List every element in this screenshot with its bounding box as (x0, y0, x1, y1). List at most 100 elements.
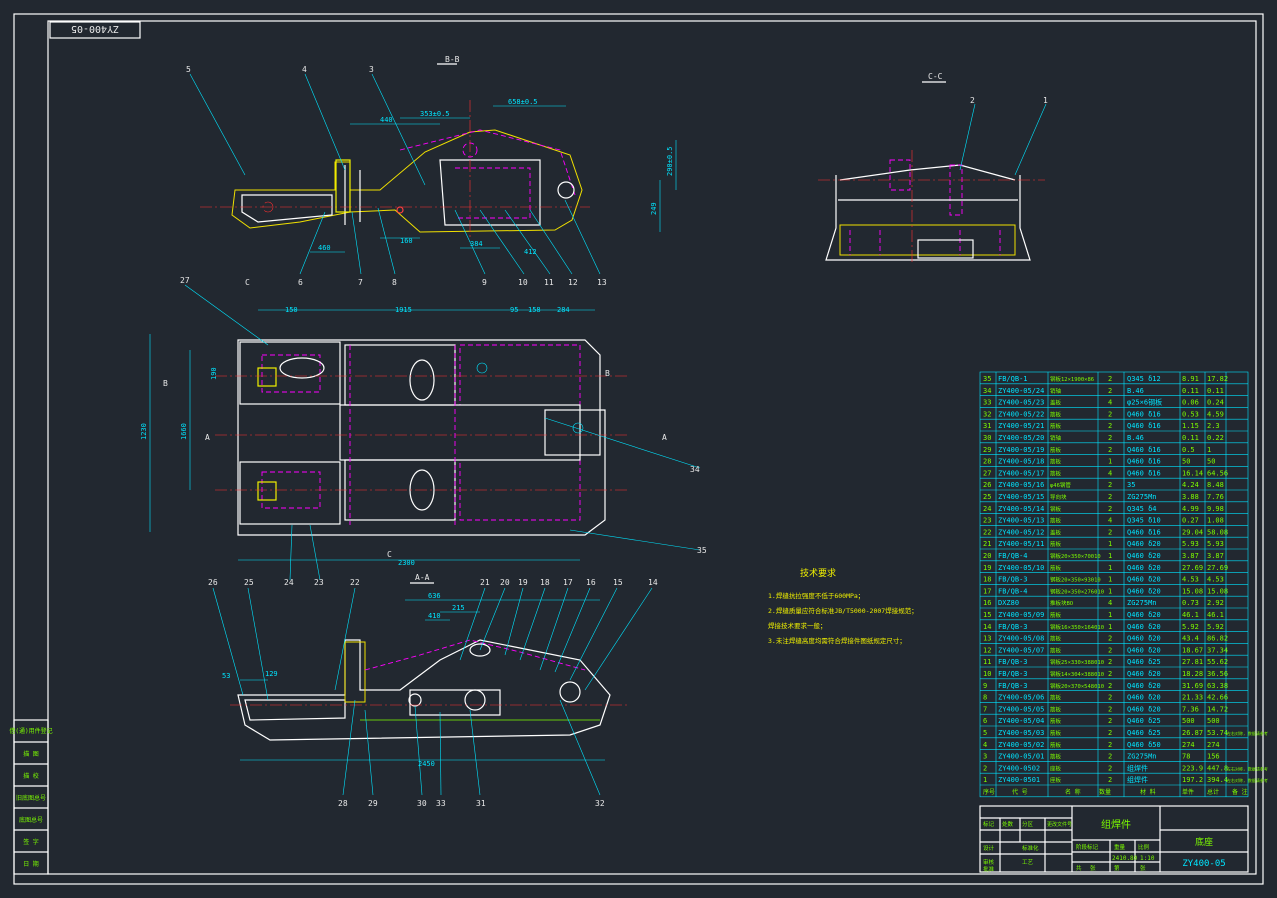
bom-cell: 筋板 (1050, 729, 1062, 737)
bom-cell: 2 (1108, 741, 1112, 749)
bom-cell: 1 (983, 776, 987, 784)
bom-cell: ZG275Mn (1127, 493, 1157, 501)
bom-cell: 15.08 (1182, 587, 1203, 595)
bom-cell: 2 (1108, 422, 1112, 430)
section-marker: A (662, 433, 667, 442)
bom-cell: 2 (1108, 528, 1112, 536)
bom-cell: 导向块 (1050, 493, 1067, 501)
bom-cell: ZY400-05/07 (998, 646, 1044, 654)
balloon: 11 (544, 278, 554, 287)
bom-cell: ZY400-05/18 (998, 458, 1044, 466)
tb-label: 处数 (1002, 820, 1014, 828)
view-aa: A-A 636 215 410 53 129 2450 26 25 22 21 … (208, 573, 658, 808)
tb-label: 共 (1076, 864, 1082, 872)
bom-cell: 31 (983, 422, 991, 430)
bom-cell: Q460 δ20 (1127, 564, 1161, 572)
balloon: 34 (690, 465, 700, 474)
bom-cell: 78 (1182, 753, 1190, 761)
tech-title: 技术要求 (800, 567, 836, 579)
part-name: 底座 (1195, 836, 1213, 848)
bom-cell: 50 (1182, 458, 1190, 466)
strip-label: 借(通)用件登记 (9, 727, 52, 735)
bom-cell: 7.76 (1207, 493, 1224, 501)
bom-cell: 钢板20×350×93010 (1050, 576, 1101, 584)
tb-label: 张 (1140, 864, 1146, 872)
bom-cell: Q460 δ20 (1127, 646, 1161, 654)
balloon: 14 (648, 578, 658, 587)
bom-header: 材 料 (1140, 788, 1156, 796)
bom-cell: ZY400-05/13 (998, 517, 1044, 525)
bom-cell: 2 (1108, 505, 1112, 513)
bom-cell: 1 (1207, 446, 1211, 454)
bom-cell: 筋板 (1050, 705, 1062, 713)
bom-cell: B.46 (1127, 387, 1144, 395)
balloon: 18 (540, 578, 550, 587)
bom-cell: 0.24 (1207, 399, 1224, 407)
balloon: 33 (436, 799, 446, 808)
bom-cell: 2 (1108, 764, 1112, 772)
bom-cell: ZY400-0501 (998, 776, 1040, 784)
bom-cell: 销轴 (1050, 434, 1062, 442)
bom-cell: FB/QB-4 (998, 587, 1028, 595)
bom-cell: 0.22 (1207, 434, 1224, 442)
dim-label: 190 (210, 367, 218, 380)
bom-cell: 15.08 (1207, 587, 1228, 595)
bom-cell: 3.88 (1182, 493, 1199, 501)
bom-cell: Q460 δ20 (1127, 694, 1161, 702)
bom-cell: 32 (983, 410, 991, 418)
bom-cell: ZY400-05/05 (998, 705, 1044, 713)
bom-cell: 4.99 (1182, 505, 1199, 513)
dim-label: 636 (428, 592, 441, 600)
bom-cell: 2 (1108, 646, 1112, 654)
bom-cell: ZY400-05/16 (998, 481, 1044, 489)
bom-cell: 18.28 (1182, 670, 1203, 678)
bom-cell: 0.73 (1182, 599, 1199, 607)
section-label-cc: C-C (928, 72, 943, 81)
section-marker: B (605, 369, 610, 378)
tb-label: 审核 (983, 858, 995, 866)
bom-cell: B.46 (1127, 434, 1144, 442)
drawing-number: ZY400-05 (1182, 859, 1225, 869)
bom-cell: 5.93 (1182, 540, 1199, 548)
bom-header: 总计 (1207, 788, 1219, 796)
bom-cell: ZY400-05/17 (998, 469, 1044, 477)
bom-cell: 筋板 (1050, 540, 1062, 548)
bom-cell: 5.92 (1182, 623, 1199, 631)
bom-table: 35 FB/QB-1 钢板12×1900×86 2 Q345 δ12 8.91 17.823… (979, 371, 1268, 798)
bom-cell: 钢板16×350×164010 (1050, 623, 1104, 631)
bom-cell: Q460 δ25 (1127, 658, 1161, 666)
bom-cell: 钢板25×330×388010 (1050, 658, 1104, 666)
bom-cell: 8.91 (1182, 375, 1199, 383)
bom-cell: 16.14 (1182, 469, 1203, 477)
bom-cell: 2 (1108, 682, 1112, 690)
strip-label: 底图总号 (19, 816, 43, 824)
bom-cell: 17 (983, 587, 991, 595)
bom-cell: 1 (1108, 587, 1112, 595)
bom-cell: 4.53 (1207, 576, 1224, 584)
bom-cell: Q345 δ12 (1127, 375, 1161, 383)
bom-cell: 24 (983, 505, 991, 513)
dim-label: 440 (380, 116, 393, 124)
balloon: 28 (338, 799, 348, 808)
bom-cell: 组焊件 (1127, 763, 1148, 772)
bom-cell: 22 (983, 528, 991, 536)
view-plan: 150 1915 95 158 284 1230 1660 190 2300 C… (140, 276, 707, 587)
tb-label: 重量 (1114, 843, 1126, 851)
outer-frame (13, 13, 1264, 885)
bom-cell: 37.34 (1207, 646, 1228, 654)
drawing-svg: ZY400-05 借(通)用件登记 描 图 描 校 旧底图总号 底图总号 签 字… (9, 13, 1268, 885)
balloon: 8 (392, 278, 397, 287)
balloon: 6 (298, 278, 303, 287)
dim-label: 410 (428, 612, 441, 620)
bom-cell: 4.59 (1207, 410, 1224, 418)
bom-cell: 31.69 (1182, 682, 1203, 690)
section-marker: C (245, 278, 250, 287)
bom-cell: 2 (1108, 446, 1112, 454)
bom-cell: 2 (1108, 776, 1112, 784)
bom-cell: 27.69 (1182, 564, 1203, 572)
balloon: 29 (368, 799, 378, 808)
bom-cell: 筋板 (1050, 446, 1062, 454)
section-label-aa: A-A (415, 573, 430, 582)
dim-label: 158 (528, 306, 541, 314)
bom-cell: 筋板 (1050, 741, 1062, 749)
